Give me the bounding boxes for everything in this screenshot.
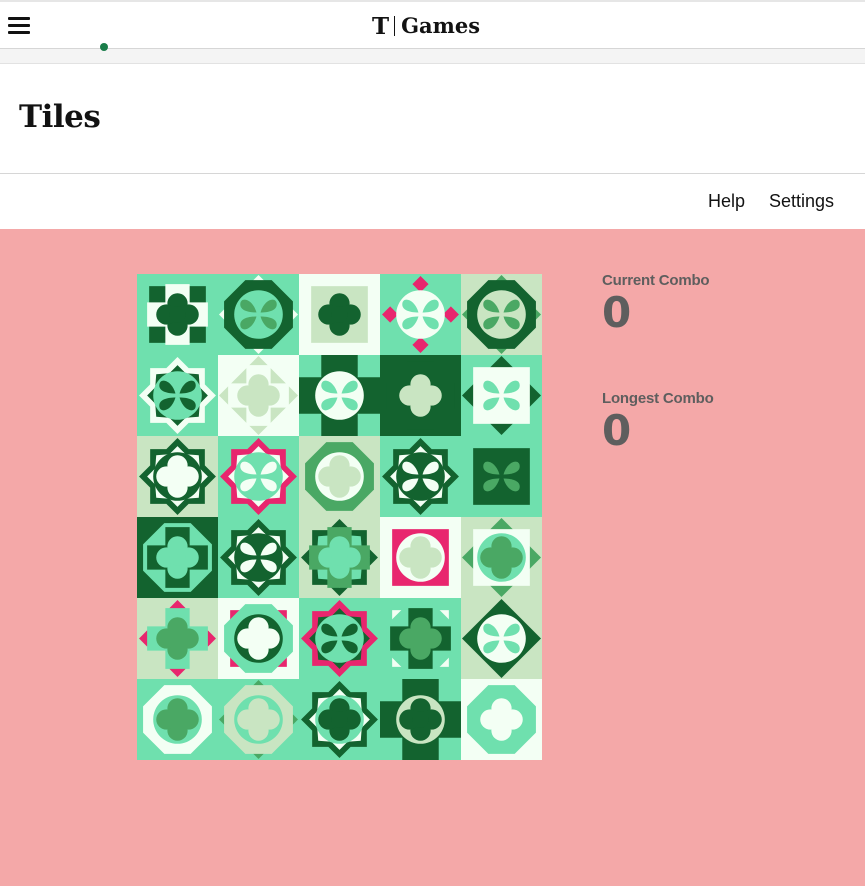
tile-pattern	[461, 274, 542, 355]
current-combo-value: 0	[602, 288, 632, 337]
tile[interactable]	[137, 598, 218, 679]
current-combo: Current Combo 0	[602, 272, 802, 337]
tile-pattern	[218, 679, 299, 760]
longest-combo-label: Longest Combo	[602, 390, 714, 407]
tile[interactable]	[461, 355, 542, 436]
title-section: Tiles	[0, 64, 865, 174]
tile[interactable]	[137, 274, 218, 355]
tile[interactable]	[299, 436, 380, 517]
strip-indicator	[100, 43, 108, 51]
tile-board	[137, 274, 542, 760]
tile[interactable]	[461, 679, 542, 760]
tile[interactable]	[137, 436, 218, 517]
tile[interactable]	[380, 355, 461, 436]
tile-pattern	[137, 355, 218, 436]
site-header: T Games	[0, 2, 865, 49]
tile-pattern	[380, 274, 461, 355]
tile-pattern	[137, 679, 218, 760]
tile[interactable]	[461, 517, 542, 598]
tile[interactable]	[137, 355, 218, 436]
page-title: Tiles	[19, 99, 101, 135]
tile-pattern	[218, 598, 299, 679]
tile[interactable]	[380, 598, 461, 679]
tile[interactable]	[299, 517, 380, 598]
combo-stats: Current Combo 0 Longest Combo 0	[602, 272, 802, 455]
tile[interactable]	[218, 355, 299, 436]
tile-pattern	[380, 517, 461, 598]
brand-name: Games	[401, 13, 481, 38]
tile-pattern	[299, 517, 380, 598]
tile-pattern	[137, 517, 218, 598]
tile-pattern	[218, 517, 299, 598]
tile-pattern	[299, 679, 380, 760]
tile[interactable]	[218, 436, 299, 517]
longest-combo: Longest Combo 0	[602, 390, 802, 455]
tile-pattern	[299, 436, 380, 517]
tile[interactable]	[380, 436, 461, 517]
tile[interactable]	[299, 679, 380, 760]
tile-pattern	[218, 355, 299, 436]
tile[interactable]	[380, 274, 461, 355]
tile[interactable]	[218, 598, 299, 679]
longest-combo-value: 0	[602, 406, 632, 455]
tile[interactable]	[218, 679, 299, 760]
tile-pattern	[299, 355, 380, 436]
games-logo[interactable]: T Games	[372, 13, 480, 39]
tile-pattern	[137, 598, 218, 679]
tile-pattern	[461, 598, 542, 679]
tile[interactable]	[137, 679, 218, 760]
tile-pattern	[137, 436, 218, 517]
tile-pattern	[380, 436, 461, 517]
tile-pattern	[218, 274, 299, 355]
tile[interactable]	[461, 598, 542, 679]
hamburger-icon[interactable]	[8, 17, 30, 35]
tile-pattern	[461, 355, 542, 436]
help-button[interactable]: Help	[708, 191, 745, 212]
tile-pattern	[380, 355, 461, 436]
tile[interactable]	[299, 274, 380, 355]
sub-header-strip	[0, 43, 865, 64]
tile[interactable]	[218, 517, 299, 598]
tile[interactable]	[380, 517, 461, 598]
logo-divider	[394, 16, 396, 36]
tile-pattern	[380, 679, 461, 760]
tile-pattern	[299, 598, 380, 679]
tile[interactable]	[461, 436, 542, 517]
tile-pattern	[461, 517, 542, 598]
settings-button[interactable]: Settings	[769, 191, 834, 212]
tile[interactable]	[380, 679, 461, 760]
tile-pattern	[299, 274, 380, 355]
tile[interactable]	[461, 274, 542, 355]
tile-pattern	[461, 679, 542, 760]
tile-pattern	[461, 436, 542, 517]
game-area: Current Combo 0 Longest Combo 0	[0, 229, 865, 886]
tile[interactable]	[137, 517, 218, 598]
tile-pattern	[218, 436, 299, 517]
tile[interactable]	[299, 598, 380, 679]
game-toolbar: Help Settings	[0, 174, 865, 229]
tile-pattern	[137, 274, 218, 355]
tile[interactable]	[299, 355, 380, 436]
current-combo-label: Current Combo	[602, 272, 710, 289]
tile-pattern	[380, 598, 461, 679]
nyt-logo-mark: T	[372, 12, 390, 40]
tile[interactable]	[218, 274, 299, 355]
